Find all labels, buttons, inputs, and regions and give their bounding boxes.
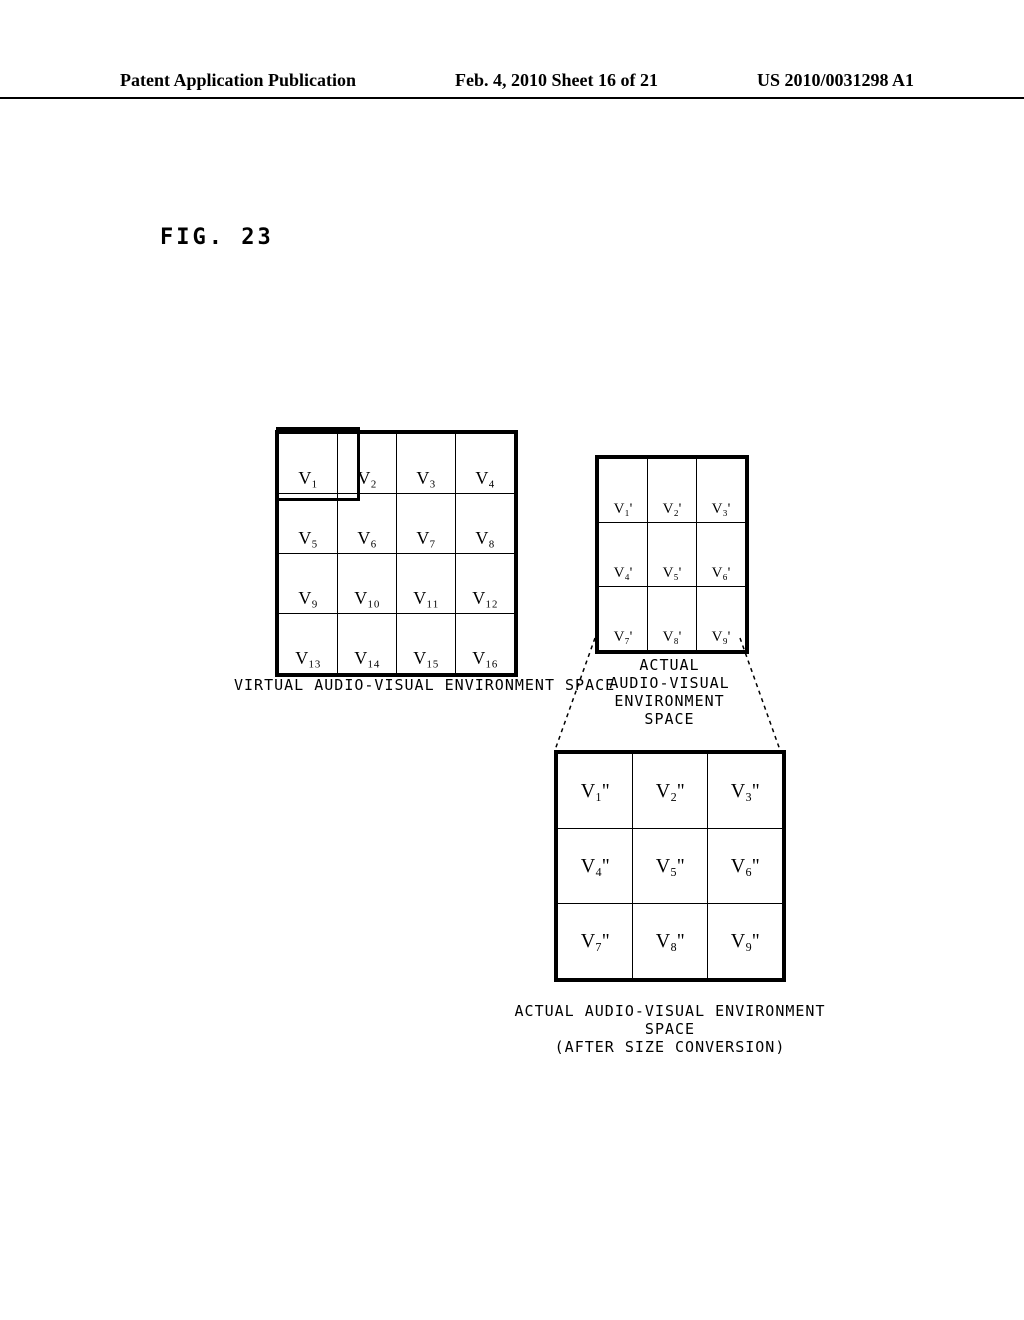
grid4-cell: V₁ bbox=[279, 434, 338, 494]
caption-actual-line: ENVIRONMENT SPACE bbox=[614, 692, 724, 728]
grid4-cell: V₇ bbox=[397, 494, 456, 554]
page: Patent Application Publication Feb. 4, 2… bbox=[0, 0, 1024, 1320]
grid3l-cell: V₅'' bbox=[633, 829, 708, 904]
caption-actual-line: ACTUAL bbox=[639, 656, 699, 674]
grid3s-cell: V₇' bbox=[599, 587, 648, 651]
caption-virtual: VIRTUAL AUDIO-VISUAL ENVIRONMENT SPACE bbox=[234, 676, 615, 694]
grid3s-cell: V₉' bbox=[697, 587, 746, 651]
grid4-cell: V₃ bbox=[397, 434, 456, 494]
header-right: US 2010/0031298 A1 bbox=[757, 70, 914, 91]
page-header: Patent Application Publication Feb. 4, 2… bbox=[0, 70, 1024, 99]
grid3l-cell: V₉'' bbox=[708, 904, 783, 979]
caption-actual: ACTUAL AUDIO-VISUAL ENVIRONMENT SPACE bbox=[592, 656, 747, 728]
grid3s-cell: V₆' bbox=[697, 523, 746, 587]
grid3s-cell: V₄' bbox=[599, 523, 648, 587]
grid3l-cell: V₁'' bbox=[558, 754, 633, 829]
grid4-cell: V₂ bbox=[338, 434, 397, 494]
grid3s-cell: V₅' bbox=[648, 523, 697, 587]
grid3s-cell: V₁' bbox=[599, 459, 648, 523]
grid4-cell: V₁₅ bbox=[397, 614, 456, 674]
grid3s-cell: V₂' bbox=[648, 459, 697, 523]
grid3l-cell: V₃'' bbox=[708, 754, 783, 829]
caption-actual-line: AUDIO-VISUAL bbox=[609, 674, 729, 692]
caption-after: ACTUAL AUDIO-VISUAL ENVIRONMENT SPACE (A… bbox=[495, 1002, 845, 1056]
grid3l-cell: V₈'' bbox=[633, 904, 708, 979]
grid4-cell: V₉ bbox=[279, 554, 338, 614]
grid4-cell: V₁₀ bbox=[338, 554, 397, 614]
grid4-cell: V₁₂ bbox=[456, 554, 515, 614]
grid3l-cell: V₄'' bbox=[558, 829, 633, 904]
grid4-cell: V₁₄ bbox=[338, 614, 397, 674]
grid3l-cell: V₇'' bbox=[558, 904, 633, 979]
grid3l-cell: V₆'' bbox=[708, 829, 783, 904]
grid3s-cell: V₈' bbox=[648, 587, 697, 651]
grid4-cell: V₆ bbox=[338, 494, 397, 554]
header-left: Patent Application Publication bbox=[120, 70, 356, 91]
caption-after-line: ACTUAL AUDIO-VISUAL ENVIRONMENT SPACE bbox=[515, 1002, 826, 1038]
grid4-cell: V₁₃ bbox=[279, 614, 338, 674]
figure-label: FIG. 23 bbox=[160, 225, 274, 250]
grid3l-cell: V₂'' bbox=[633, 754, 708, 829]
header-center: Feb. 4, 2010 Sheet 16 of 21 bbox=[455, 70, 658, 91]
grid4-cell: V₈ bbox=[456, 494, 515, 554]
grid4-cell: V₁₁ bbox=[397, 554, 456, 614]
grid3s-cell: V₃' bbox=[697, 459, 746, 523]
virtual-grid: V₁ V₂ V₃ V₄ V₅ V₆ V₇ V₈ V₉ V₁₀ V₁₁ V₁₂ V… bbox=[275, 430, 518, 677]
grid4-cell: V₁₆ bbox=[456, 614, 515, 674]
converted-grid: V₁'' V₂'' V₃'' V₄'' V₅'' V₆'' V₇'' V₈'' … bbox=[554, 750, 786, 982]
actual-grid: V₁' V₂' V₃' V₄' V₅' V₆' V₇' V₈' V₉' bbox=[595, 455, 749, 654]
grid4-cell: V₅ bbox=[279, 494, 338, 554]
grid4-cell: V₄ bbox=[456, 434, 515, 494]
caption-after-line: (AFTER SIZE CONVERSION) bbox=[555, 1038, 786, 1056]
